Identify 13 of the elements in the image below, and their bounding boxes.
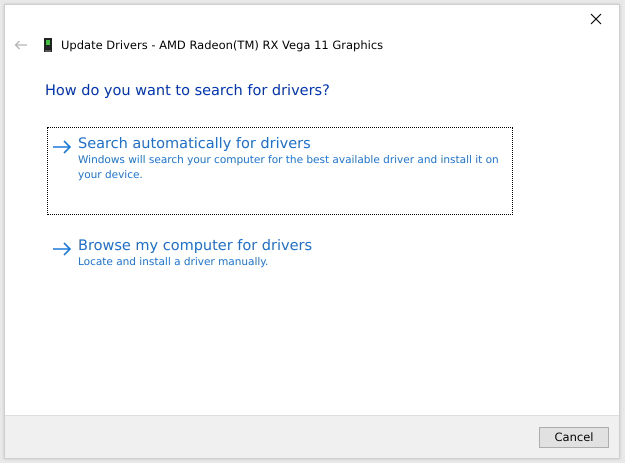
graphics-card-icon [44, 38, 52, 52]
option-description: Locate and install a driver manually. [78, 255, 270, 270]
driver-search-option[interactable]: Browse my computer for drivers Locate and install a driver manually. [47, 229, 513, 281]
driver-search-option[interactable]: Search automatically for drivers Windows will search your computer for the best available driver and install it on your device. [47, 127, 513, 215]
option-title: Search automatically for drivers [78, 136, 312, 152]
option-description: Windows will search your computer for the best available driver and install it on your device. [78, 153, 500, 183]
close-icon [590, 13, 602, 25]
arrow-icon [52, 242, 72, 256]
arrow-icon [52, 140, 72, 154]
page-heading: How do you want to search for drivers? [45, 83, 331, 99]
option-title: Browse my computer for drivers [78, 238, 312, 254]
window-title: Update Drivers - AMD Radeon(TM) RX Vega 11 Graphics [61, 38, 384, 52]
cancel-button[interactable]: Cancel [539, 426, 609, 448]
